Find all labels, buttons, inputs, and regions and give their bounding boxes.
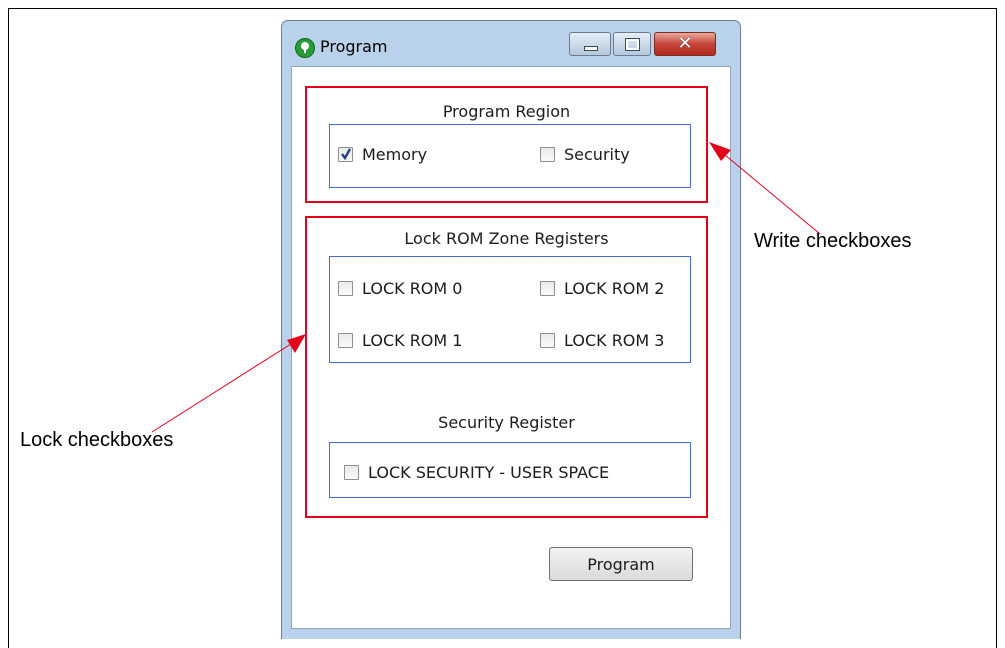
lock-arrowhead [287,334,306,353]
annotation-arrows [151,142,821,433]
lock-arrow-line [151,341,295,433]
write-arrowhead [709,142,731,161]
write-arrow-line [718,149,821,235]
